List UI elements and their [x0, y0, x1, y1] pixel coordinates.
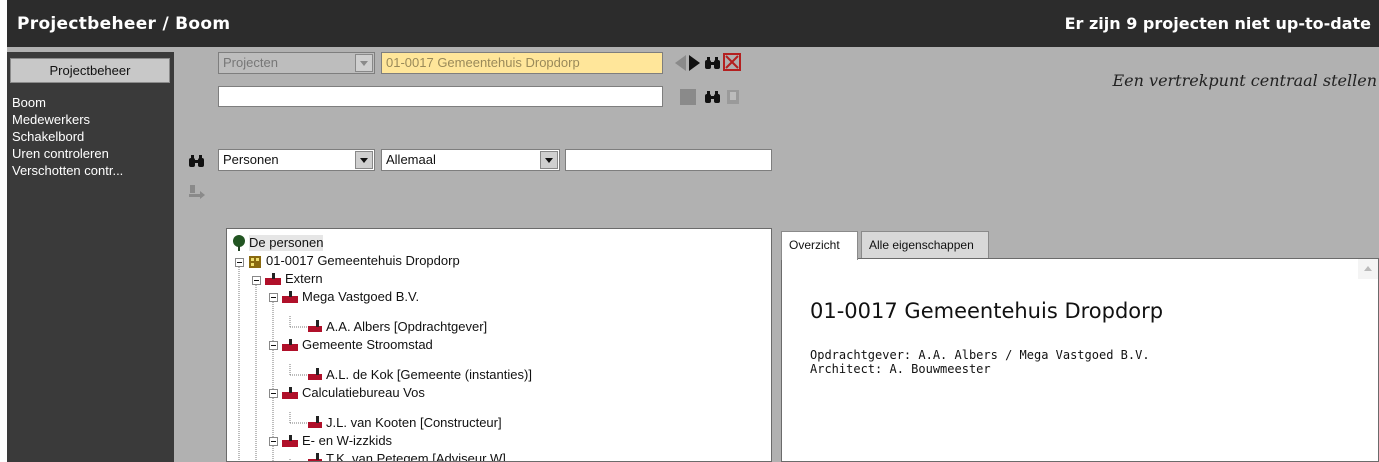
details-panel: 01-0017 Gemeentehuis Dropdorp Opdrachtge… [781, 258, 1379, 462]
building-icon [249, 256, 261, 268]
close-red-icon[interactable] [723, 53, 741, 71]
company-icon [282, 291, 298, 303]
sidebar-item-boom[interactable]: Boom [12, 94, 123, 111]
binoculars-icon[interactable] [704, 89, 722, 105]
tree-node-person[interactable]: A.L. de Kok [Gemeente (instanties)] [326, 367, 532, 383]
next-arrow-icon[interactable] [687, 54, 701, 72]
tree-node-person[interactable]: T.K. van Petegem [Adviseur W] [326, 451, 506, 461]
sidebar-item-medewerkers[interactable]: Medewerkers [12, 111, 123, 128]
collapse-icon[interactable] [269, 389, 278, 398]
scope-select[interactable]: Allemaal [381, 149, 560, 171]
details-line-opdrachtgever: Opdrachtgever: A.A. Albers / Mega Vastgo… [810, 348, 1150, 362]
sidebar: Projectbeheer Boom Medewerkers Schakelbo… [7, 52, 174, 462]
bookmark-icon[interactable] [725, 88, 741, 106]
project-type-value: Projecten [223, 55, 278, 70]
binoculars-icon[interactable] [188, 153, 206, 169]
export-icon[interactable] [188, 182, 206, 200]
application-window: Projectbeheer / Boom Er zijn 9 projecten… [0, 0, 1379, 462]
tree-node-company[interactable]: E- en W-izzkids [302, 433, 392, 449]
collapse-icon[interactable] [269, 341, 278, 350]
sidebar-item-schakelbord[interactable]: Schakelbord [12, 128, 123, 145]
details-line-architect: Architect: A. Bouwmeester [810, 362, 991, 376]
search-input[interactable] [565, 149, 772, 171]
tree-icon [233, 235, 245, 251]
tab-alle-eigenschappen[interactable]: Alle eigenschappen [861, 231, 989, 258]
sidebar-menu: Boom Medewerkers Schakelbord Uren contro… [12, 94, 123, 179]
tree-node-company[interactable]: Mega Vastgoed B.V. [302, 289, 419, 305]
tree-node-company[interactable]: Gemeente Stroomstad [302, 337, 433, 353]
tree-node-person[interactable]: J.L. van Kooten [Constructeur] [326, 415, 502, 431]
category-value: Personen [223, 152, 279, 167]
tree-node-company[interactable]: Calculatiebureau Vos [302, 385, 425, 401]
status-message: Er zijn 9 projecten niet up-to-date [1064, 14, 1371, 33]
chevron-down-icon[interactable] [540, 151, 558, 169]
company-icon [282, 339, 298, 351]
person-icon [308, 368, 322, 380]
scope-value: Allemaal [386, 152, 436, 167]
collapse-icon[interactable] [235, 258, 244, 267]
project-type-select[interactable]: Projecten [218, 52, 375, 74]
scroll-up-button[interactable] [1358, 259, 1378, 279]
person-icon [308, 320, 322, 332]
sidebar-item-verschotten[interactable]: Verschotten contr... [12, 162, 123, 179]
collapse-icon[interactable] [269, 293, 278, 302]
person-icon [308, 453, 322, 461]
tree-node-project[interactable]: 01-0017 Gemeentehuis Dropdorp [266, 253, 460, 269]
category-select[interactable]: Personen [218, 149, 375, 171]
prev-arrow-icon[interactable] [672, 54, 688, 72]
collapse-icon[interactable] [252, 276, 261, 285]
group-icon [265, 273, 281, 285]
person-icon [308, 416, 322, 428]
collapse-icon[interactable] [269, 437, 278, 446]
title-bar: Projectbeheer / Boom Er zijn 9 projecten… [7, 0, 1379, 47]
chevron-down-icon[interactable] [355, 151, 373, 169]
stop-square-icon[interactable] [679, 88, 697, 106]
company-icon [282, 387, 298, 399]
tree-view[interactable]: De personen 01-0017 Gemeentehuis Dropdor… [226, 228, 772, 462]
sidebar-header[interactable]: Projectbeheer [10, 58, 170, 83]
tree-node-extern[interactable]: Extern [285, 271, 323, 287]
secondary-input[interactable] [218, 86, 663, 107]
binoculars-icon[interactable] [704, 55, 722, 71]
tab-overzicht[interactable]: Overzicht [781, 231, 858, 260]
sidebar-item-uren-controleren[interactable]: Uren controleren [12, 145, 123, 162]
subtitle: Een vertrekpunt centraal stellen [1112, 71, 1377, 90]
chevron-down-icon[interactable] [355, 54, 373, 72]
project-selector[interactable]: 01-0017 Gemeentehuis Dropdorp [381, 52, 663, 74]
details-title: 01-0017 Gemeentehuis Dropdorp [810, 299, 1164, 323]
company-icon [282, 435, 298, 447]
tree-root-label[interactable]: De personen [249, 235, 324, 251]
page-title: Projectbeheer / Boom [17, 14, 231, 34]
tree-node-person[interactable]: A.A. Albers [Opdrachtgever] [326, 319, 487, 335]
